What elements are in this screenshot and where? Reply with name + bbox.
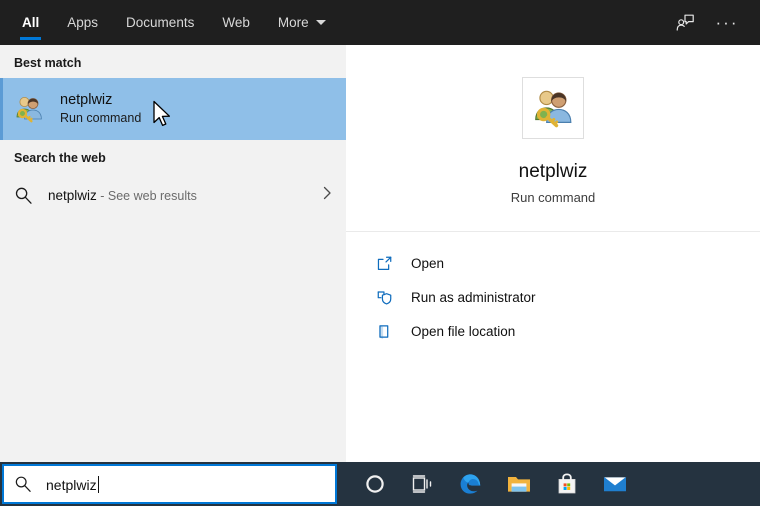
- tab-more[interactable]: More: [264, 0, 340, 45]
- search-flyout: All Apps Documents Web More ··· Best mat…: [0, 0, 760, 462]
- search-icon: [14, 475, 32, 493]
- result-item-title: netplwiz: [60, 91, 113, 108]
- result-item-text: netplwiz Run command: [60, 91, 141, 128]
- file-explorer-button[interactable]: [495, 462, 543, 506]
- taskbar: netplwiz: [0, 462, 760, 506]
- store-icon: [558, 473, 576, 494]
- user-accounts-key-icon: [12, 92, 46, 126]
- tab-all-label: All: [22, 15, 40, 30]
- task-view-icon: [412, 475, 432, 493]
- microsoft-store-button[interactable]: [543, 462, 591, 506]
- search-body: Best match netplwiz Run command Search t…: [0, 45, 760, 462]
- tab-web-label: Web: [222, 15, 250, 30]
- preview-title: netplwiz: [518, 161, 588, 182]
- web-result-label: netplwiz - See web results: [48, 188, 320, 203]
- action-open-file-location-label: Open file location: [411, 323, 516, 339]
- chevron-down-icon: [315, 20, 326, 25]
- tab-documents[interactable]: Documents: [112, 0, 208, 45]
- search-icon: [14, 186, 36, 205]
- preview-pane: netplwiz Run command Open Run as adminis…: [346, 45, 760, 462]
- tab-more-label: More: [277, 15, 309, 30]
- action-open[interactable]: Open: [346, 246, 760, 280]
- tab-all[interactable]: All: [8, 0, 53, 45]
- action-run-as-administrator-label: Run as administrator: [411, 289, 536, 305]
- more-options-button[interactable]: ···: [708, 4, 746, 42]
- edge-icon: [460, 474, 481, 494]
- search-header: All Apps Documents Web More ···: [0, 0, 760, 45]
- taskbar-buttons: [351, 462, 639, 506]
- action-run-as-administrator[interactable]: Run as administrator: [346, 280, 760, 314]
- best-match-header: Best match: [14, 56, 82, 70]
- feedback-button[interactable]: [666, 4, 704, 42]
- folder-location-icon: [374, 321, 394, 341]
- header-actions: ···: [666, 0, 760, 45]
- preview-card: netplwiz Run command: [346, 45, 760, 231]
- result-item-subtitle: Run command: [60, 110, 142, 125]
- ellipsis-icon: ···: [715, 13, 739, 32]
- search-tabs: All Apps Documents Web More: [0, 0, 340, 45]
- user-accounts-key-icon: [535, 90, 572, 128]
- feedback-person-icon: [676, 14, 694, 31]
- taskbar-search-input[interactable]: netplwiz: [2, 464, 337, 504]
- cortana-circle-icon: [366, 475, 384, 493]
- folder-icon: [508, 477, 530, 492]
- preview-icon-box: [522, 77, 584, 139]
- web-result-query: netplwiz: [48, 187, 97, 203]
- text-caret: [97, 475, 99, 493]
- mail-icon: [603, 477, 627, 492]
- edge-button[interactable]: [447, 462, 495, 506]
- web-result-suffix: - See web results: [96, 188, 197, 203]
- shield-icon: [374, 287, 394, 307]
- open-external-icon: [374, 253, 394, 273]
- header-spacer: [340, 0, 666, 45]
- web-result-item[interactable]: netplwiz - See web results: [0, 173, 346, 217]
- action-open-label: Open: [411, 255, 445, 271]
- tab-apps-label: Apps: [67, 15, 99, 30]
- preview-subtitle: Run command: [510, 190, 596, 205]
- cortana-button[interactable]: [351, 462, 399, 506]
- result-item-netplwiz[interactable]: netplwiz Run command: [0, 78, 346, 140]
- action-open-file-location[interactable]: Open file location: [346, 314, 760, 348]
- tab-apps[interactable]: Apps: [53, 0, 112, 45]
- tab-web[interactable]: Web: [208, 0, 264, 45]
- chevron-right-icon: [320, 185, 334, 206]
- windows-search-screen: All Apps Documents Web More ··· Best mat…: [0, 0, 760, 506]
- search-the-web-header: Search the web: [14, 151, 106, 165]
- taskbar-search-value-wrap: netplwiz: [46, 475, 99, 493]
- task-view-button[interactable]: [399, 462, 447, 506]
- tab-documents-label: Documents: [126, 15, 195, 30]
- mail-button[interactable]: [591, 462, 639, 506]
- preview-actions: Open Run as administrator Open file loca…: [346, 232, 760, 348]
- taskbar-search-value: netplwiz: [46, 476, 97, 493]
- results-pane: Best match netplwiz Run command Search t…: [0, 45, 346, 462]
